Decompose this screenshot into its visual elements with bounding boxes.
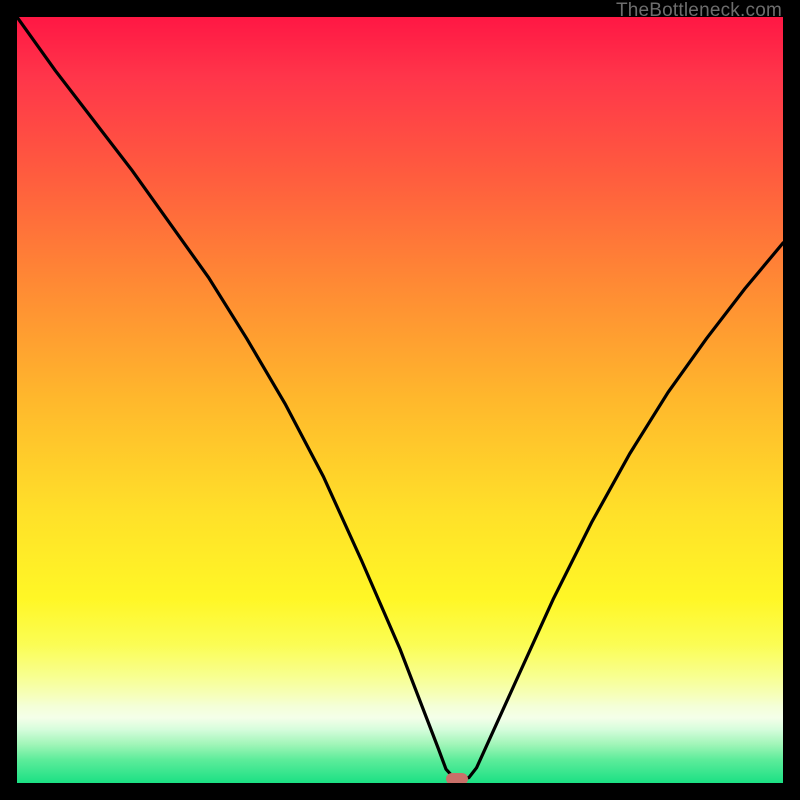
severity-gradient [17,17,783,783]
plot-area [17,17,783,783]
chart-container: TheBottleneck.com [0,0,800,800]
